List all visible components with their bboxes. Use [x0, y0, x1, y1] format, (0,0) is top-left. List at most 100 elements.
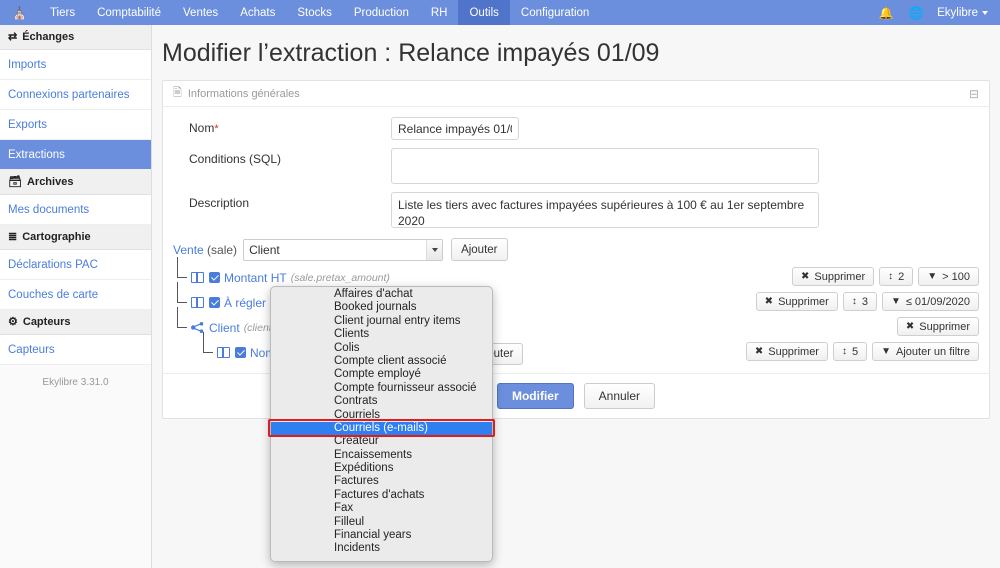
navbar-spacer — [600, 0, 871, 25]
sidebar-item-extractions[interactable]: Extractions — [0, 140, 151, 170]
sidebar-item-capteurs[interactable]: Capteurs — [0, 335, 151, 365]
column-icon — [191, 296, 204, 308]
nav-item-stocks[interactable]: Stocks — [286, 0, 343, 25]
nav-item-tiers[interactable]: Tiers — [39, 0, 86, 25]
sidebar-item-label: Couches de carte — [8, 288, 99, 301]
name-input[interactable] — [391, 117, 519, 140]
dropdown-option[interactable]: Compte employé — [271, 368, 492, 381]
nav-item-rh[interactable]: RH — [420, 0, 459, 25]
dropdown-option[interactable]: Courriels — [271, 409, 492, 422]
nav-item-configuration[interactable]: Configuration — [510, 0, 600, 25]
dropdown-option[interactable]: Factures d'achats — [271, 489, 492, 502]
delete-button[interactable]: ✖ Supprimer — [791, 267, 875, 286]
sidebar-group-cartographie: ≣ Cartographie — [0, 225, 151, 250]
sidebar-item-connexions-partenaires[interactable]: Connexions partenaires — [0, 80, 151, 110]
tree-branch-icon — [173, 282, 191, 315]
user-menu[interactable]: Ekylibre — [931, 0, 1000, 25]
nav-item-production[interactable]: Production — [343, 0, 420, 25]
sidebar-group-échanges: ⇄ Échanges — [0, 25, 151, 50]
tree-branch-icon — [199, 332, 217, 365]
dropdown-option[interactable]: Expéditions — [271, 462, 492, 475]
model-options-dropdown[interactable]: Affaires d'achat Booked journals Client jo… — [270, 286, 493, 562]
dropdown-option[interactable]: Factures — [271, 475, 492, 488]
order-button[interactable]: ↕ 2 — [879, 267, 914, 286]
row-checkbox[interactable] — [209, 272, 220, 283]
panel-icon: 🗎 — [173, 87, 182, 99]
filter-button[interactable]: ▼ ≤ 01/09/2020 — [881, 292, 979, 311]
nav-item-comptabilité[interactable]: Comptabilité — [86, 0, 172, 25]
funnel-icon: ▼ — [890, 295, 901, 307]
required-mark: * — [214, 123, 219, 135]
dropdown-option[interactable]: Filleul — [271, 516, 492, 529]
archive-icon: 🗃 — [8, 175, 22, 188]
tree-row-name[interactable]: Montant HT — [224, 271, 287, 285]
dropdown-option[interactable]: Booked journals — [271, 301, 492, 314]
filter-button[interactable]: ▼ > 100 — [918, 267, 979, 286]
tree-branch-icon — [173, 257, 191, 290]
submit-button[interactable]: Modifier — [496, 383, 574, 409]
filter-button[interactable]: ▼ Ajouter un filtre — [872, 342, 979, 361]
dropdown-option[interactable]: Compte client associé — [271, 355, 492, 368]
cancel-button[interactable]: Annuler — [583, 383, 656, 409]
bell-icon[interactable]: 🔔 — [871, 0, 901, 25]
sidebar-item-imports[interactable]: Imports — [0, 50, 151, 80]
dropdown-option[interactable]: Client journal entry items — [271, 315, 492, 328]
dropdown-option[interactable]: Fax — [271, 502, 492, 515]
dropdown-option[interactable]: Affaires d'achat — [271, 288, 492, 301]
dropdown-option[interactable]: Financial years — [271, 529, 492, 542]
nav-home-icon[interactable]: ⛪ — [0, 0, 39, 25]
sidebar-item-label: Connexions partenaires — [8, 88, 130, 101]
sidebar-item-exports[interactable]: Exports — [0, 110, 151, 140]
sidebar-item-couches-de-carte[interactable]: Couches de carte — [0, 280, 151, 310]
cross-icon: ✖ — [905, 320, 915, 332]
form-row-conditions: Conditions (SQL) — [173, 148, 979, 184]
dropdown-option[interactable]: Incidents — [271, 542, 492, 555]
exchange-icon: ⇄ — [8, 30, 18, 43]
model-label: Vente (sale) — [173, 243, 237, 257]
funnel-icon: ▼ — [881, 345, 892, 357]
tree-row-actions: ✖ Supprimer ↕ 3 ▼ ≤ 01/09/2020 — [755, 292, 979, 311]
add-button[interactable]: Ajouter — [451, 238, 508, 261]
nav-item-achats[interactable]: Achats — [229, 0, 286, 25]
app-version-label: Ekylibre 3.31.0 — [0, 365, 151, 388]
dropdown-option[interactable]: Colis — [271, 342, 492, 355]
model-code: (sale) — [207, 242, 238, 257]
dropdown-option[interactable]: Courriels (e-mails) — [271, 421, 492, 436]
row-checkbox[interactable] — [209, 297, 220, 308]
sidebar-group-label: Archives — [26, 176, 74, 188]
dropdown-option[interactable]: Clients — [271, 328, 492, 341]
sidebar-item-mes-documents[interactable]: Mes documents — [0, 195, 151, 225]
conditions-label: Conditions (SQL) — [189, 152, 282, 166]
dropdown-option[interactable]: Compte fournisseur associé — [271, 382, 492, 395]
tree-row-field-code: (sale.pretax_amount) — [290, 271, 390, 284]
order-button-label: 5 — [851, 345, 859, 358]
collapse-icon[interactable]: ⊟ — [969, 87, 979, 101]
model-select[interactable]: Client — [243, 238, 444, 261]
model-link[interactable]: Vente — [173, 243, 204, 257]
row-checkbox[interactable] — [235, 347, 246, 358]
globe-icon[interactable]: 🌐 — [901, 0, 931, 25]
tree-row-name[interactable]: Client — [209, 321, 240, 335]
filter-button-label: ≤ 01/09/2020 — [905, 295, 970, 308]
nav-item-outils[interactable]: Outils — [458, 0, 510, 25]
delete-button[interactable]: ✖ Supprimer — [896, 317, 979, 336]
filter-button-label: Ajouter un filtre — [896, 345, 970, 358]
nav-items-container: Tiers Comptabilité Ventes Achats Stocks Produ… — [39, 0, 600, 25]
nav-item-ventes[interactable]: Ventes — [172, 0, 229, 25]
sidebar-item-label: Imports — [8, 58, 47, 71]
sidebar-item-déclarations-pac[interactable]: Déclarations PAC — [0, 250, 151, 280]
delete-button[interactable]: ✖ Supprimer — [755, 292, 838, 311]
description-input[interactable] — [391, 192, 819, 228]
column-icon — [217, 346, 230, 358]
dropdown-option[interactable]: Contrats — [271, 395, 492, 408]
dropdown-option[interactable]: Créateur — [271, 435, 492, 448]
order-button[interactable]: ↕ 3 — [842, 292, 877, 311]
funnel-icon: ▼ — [927, 270, 938, 282]
panel-header: 🗎 Informations générales ⊟ — [163, 81, 989, 107]
delete-button[interactable]: ✖ Supprimer — [745, 342, 828, 361]
order-button[interactable]: ↕ 5 — [832, 342, 868, 361]
conditions-sql-input[interactable] — [391, 148, 819, 184]
sidebar-group-capteurs: ⚙ Capteurs — [0, 310, 151, 335]
dropdown-option[interactable]: Encaissements — [271, 449, 492, 462]
delete-button-label: Supprimer — [814, 270, 866, 283]
